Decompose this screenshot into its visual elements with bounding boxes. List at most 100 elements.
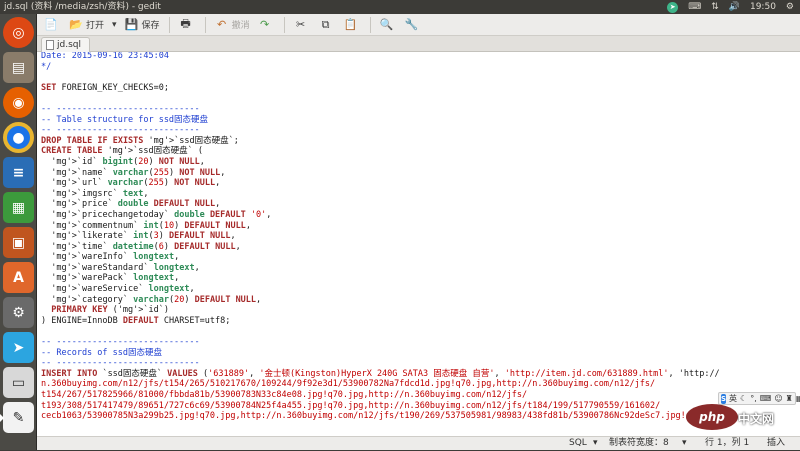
system-settings-icon[interactable]: ⚙ <box>3 297 34 328</box>
software-center-icon[interactable]: A <box>3 262 34 293</box>
code-line: 'mg'>`name` varchar(255) NOT NULL, <box>51 167 226 178</box>
cut-button[interactable]: ✂ <box>291 15 314 35</box>
tab-label: jd.sql <box>57 40 81 50</box>
telegram-icon[interactable]: ➤ <box>3 332 34 363</box>
ubuntu-dash-icon[interactable]: ◎ <box>3 17 34 48</box>
redo-button[interactable]: ↷ <box>255 15 278 35</box>
ime-mode-label[interactable]: 英 <box>729 393 737 404</box>
shirt-icon[interactable]: ♜ <box>786 394 793 403</box>
code-line: -- ---------------------------- <box>41 358 200 369</box>
paste-icon: 📋 <box>343 18 358 31</box>
undo-icon: ↶ <box>216 18 227 31</box>
drive-icon[interactable]: ▭ <box>3 367 34 398</box>
chevron-down-icon: ▾ <box>112 19 117 30</box>
code-line: */ <box>41 61 52 72</box>
window-title: jd.sql (资料 /media/zsh/资料) - gedit <box>4 2 161 12</box>
code-line: PRIMARY KEY ('mg'>`id`) <box>51 305 170 316</box>
code-line: 'mg'>`price` double DEFAULT NULL, <box>51 199 221 210</box>
undo-button[interactable]: ↶ 撤消 <box>212 15 253 35</box>
find-replace-icon: 🔧 <box>404 18 419 31</box>
chrome-icon[interactable]: ● <box>3 122 34 153</box>
code-line: -- ---------------------------- <box>41 337 200 348</box>
tab-width-selector[interactable]: 制表符宽度：8 <box>609 437 669 451</box>
print-button[interactable]: 🖶 <box>176 15 199 35</box>
code-line: -- Table structure for ssd固态硬盘 <box>41 114 209 125</box>
paste-button[interactable]: 📋 <box>341 15 364 35</box>
code-view[interactable]: Date: 2015-09-16 23:45:04 */ SET FOREIGN_K… <box>41 52 720 422</box>
open-button[interactable]: 📂 打开 <box>66 15 107 35</box>
code-line: INSERT INTO `ssd固态硬盘` VALUES ('631889', … <box>41 368 720 379</box>
moon-icon[interactable]: ☾ <box>740 394 747 403</box>
code-line: 'mg'>`category` varchar(20) DEFAULT NULL… <box>51 294 262 305</box>
print-icon: 🖶 <box>180 17 191 30</box>
code-line: -- ---------------------------- <box>41 125 200 136</box>
code-line: CREATE TABLE 'mg'>`ssd固态硬盘` ( <box>41 146 203 157</box>
code-line: 'mg'>`wareService` longtext, <box>51 284 195 295</box>
keyboard-icon[interactable]: ⌨ <box>760 394 772 403</box>
language-selector[interactable]: SQL <box>569 437 587 451</box>
keyboard-icon[interactable]: ⌨ <box>688 1 701 13</box>
top-panel: jd.sql (资料 /media/zsh/资料) - gedit ➤ ⌨ ⇅ … <box>0 0 800 14</box>
site-name-watermark: 中文网 <box>738 412 775 426</box>
undo-label: 撤消 <box>231 21 250 31</box>
code-line: 'mg'>`likerate` int(3) DEFAULT NULL, <box>51 231 236 242</box>
tab-bar: jd.sql <box>37 36 800 52</box>
code-line: ) ENGINE=InnoDB DEFAULT CHARSET=utf8; <box>41 315 231 326</box>
language-chevron-icon[interactable]: ▾ <box>593 437 598 451</box>
open-dropdown-button[interactable]: ▾ <box>109 15 120 35</box>
telegram-tray-icon[interactable]: ➤ <box>667 1 679 13</box>
clock[interactable]: 19:50 <box>750 1 776 13</box>
open-folder-icon: 📂 <box>69 18 83 31</box>
libreoffice-calc-icon[interactable]: ▦ <box>3 192 34 223</box>
libreoffice-impress-icon[interactable]: ▣ <box>3 227 34 258</box>
code-line: Date: 2015-09-16 23:45:04 <box>41 52 169 61</box>
code-line: 'mg'>`pricechangetoday` double DEFAULT '… <box>51 209 272 220</box>
code-line: DROP TABLE IF EXISTS 'mg'>`ssd固态硬盘`; <box>41 135 239 146</box>
user-icon[interactable]: ☺ <box>774 394 782 403</box>
code-line: SET FOREIGN_KEY_CHECKS=0; <box>41 82 169 93</box>
code-line: 'mg'>`imgsrc` text, <box>51 188 149 199</box>
toolbar-separator <box>283 16 285 33</box>
file-manager-icon[interactable]: ▤ <box>3 52 34 83</box>
launcher: ◎ ▤ ◉ ● ≡ ▦ ▣ A ⚙ ➤ ▭ ✎ <box>0 14 37 450</box>
copy-button[interactable]: ⧉ <box>316 15 339 35</box>
search-icon: 🔍 <box>379 18 394 31</box>
code-line: 'mg'>`url` varchar(255) NOT NULL, <box>51 178 221 189</box>
save-button[interactable]: 💾 保存 <box>122 15 163 35</box>
code-line: -- ---------------------------- <box>41 103 200 114</box>
code-line: 'mg'>`wareInfo` longtext, <box>51 252 180 263</box>
punctuation-icon[interactable]: °, <box>750 394 757 403</box>
gedit-icon[interactable]: ✎ <box>0 402 34 433</box>
toolbar-separator <box>168 16 170 33</box>
code-line: 'mg'>`warePack` longtext, <box>51 273 180 284</box>
menu-icon[interactable]: ▦ <box>796 394 800 403</box>
tab-width-chevron-icon[interactable]: ▾ <box>682 437 687 451</box>
save-label: 保存 <box>141 21 160 31</box>
tab-jd-sql[interactable]: jd.sql <box>41 37 90 52</box>
ime-toolbar[interactable]: S 英 ☾ °, ⌨ ☺ ♜ ▦ <box>718 392 800 405</box>
code-line: cecb1063/53900785N3a299b25.jpg!q70.jpg,h… <box>41 411 702 422</box>
redo-icon: ↷ <box>259 18 270 31</box>
replace-button[interactable]: 🔧 <box>402 15 425 35</box>
network-icon[interactable]: ⇅ <box>711 1 719 13</box>
scissors-icon: ✂ <box>295 18 306 31</box>
code-line: t154/267/517825966/81000/fbbda81b/539007… <box>41 390 528 400</box>
code-line: 'mg'>`id` bigint(20) NOT NULL, <box>51 156 205 167</box>
text-editor[interactable]: Date: 2015-09-16 23:45:04 */ SET FOREIGN_K… <box>37 52 800 436</box>
code-line: t193/308/517417479/89651/727c6c69/539007… <box>41 400 661 411</box>
new-button[interactable]: 📄 <box>41 15 64 35</box>
code-line: -- Records of ssd固态硬盘 <box>41 347 162 358</box>
code-line: n.360buyimg.com/n12/jfs/t154/265/5102176… <box>41 379 656 390</box>
open-label: 打开 <box>86 21 105 31</box>
find-button[interactable]: 🔍 <box>377 15 400 35</box>
firefox-icon[interactable]: ◉ <box>3 87 34 118</box>
toolbar: 📄 📂 打开 ▾ 💾 保存 🖶 ↶ 撤消 ↷ ✂ ⧉ 📋 🔍 🔧 <box>37 14 800 36</box>
settings-gear-icon[interactable]: ⚙ <box>786 1 794 13</box>
code-line: 'mg'>`wareStandard` longtext, <box>51 262 200 273</box>
libreoffice-writer-icon[interactable]: ≡ <box>3 157 34 188</box>
code-line: 'mg'>`time` datetime(6) DEFAULT NULL, <box>51 241 241 252</box>
volume-icon[interactable]: 🔊 <box>729 1 740 13</box>
panel-indicators: ➤ ⌨ ⇅ 🔊 19:50 ⚙ <box>667 0 794 14</box>
